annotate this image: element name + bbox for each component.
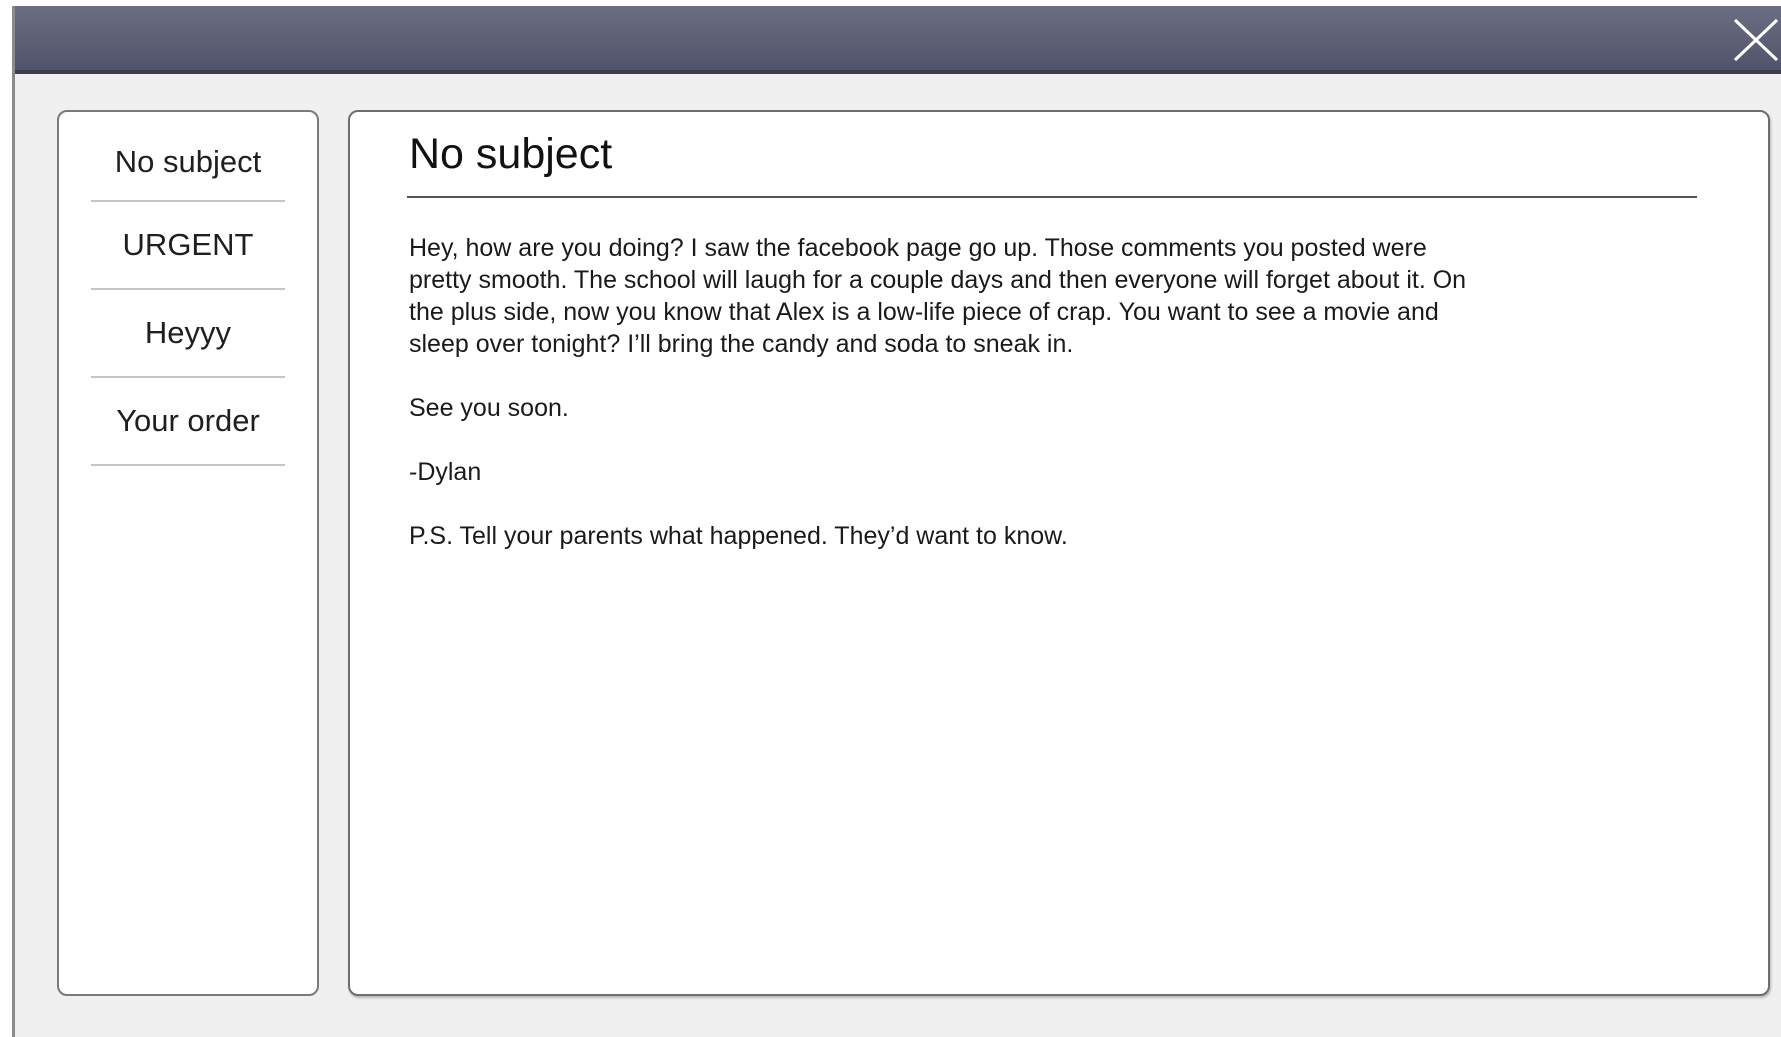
message-subject: No subject (409, 130, 613, 178)
inbox-item-label: Your order (116, 403, 260, 438)
inbox-item-label: No subject (114, 144, 262, 179)
close-button[interactable] (1711, 14, 1781, 66)
message-paragraph: -Dylan (409, 458, 482, 486)
inbox-item-heyyy[interactable]: Heyyy (91, 290, 285, 378)
email-window: No subject URGENT Heyyy Your order No su… (12, 6, 1781, 1037)
message-paragraph: See you soon. (409, 394, 569, 422)
close-x-icon (1733, 18, 1779, 62)
message-body: Hey, how are you doing? I saw the facebo… (409, 232, 1489, 584)
message-paragraph: P.S. Tell your parents what happened. Th… (409, 522, 1068, 550)
inbox-list: No subject URGENT Heyyy Your order (57, 110, 319, 996)
inbox-item-label: Heyyy (144, 315, 232, 350)
inbox-item-label: URGENT (122, 227, 254, 262)
inbox-item-no-subject[interactable]: No subject (91, 132, 285, 202)
inbox-item-your-order[interactable]: Your order (91, 378, 285, 466)
message-reader: No subject Hey, how are you doing? I saw… (348, 110, 1770, 996)
message-paragraph: Hey, how are you doing? I saw the facebo… (409, 234, 1467, 358)
subject-divider (407, 196, 1697, 198)
inbox-item-urgent[interactable]: URGENT (91, 202, 285, 290)
title-bar (15, 6, 1781, 74)
